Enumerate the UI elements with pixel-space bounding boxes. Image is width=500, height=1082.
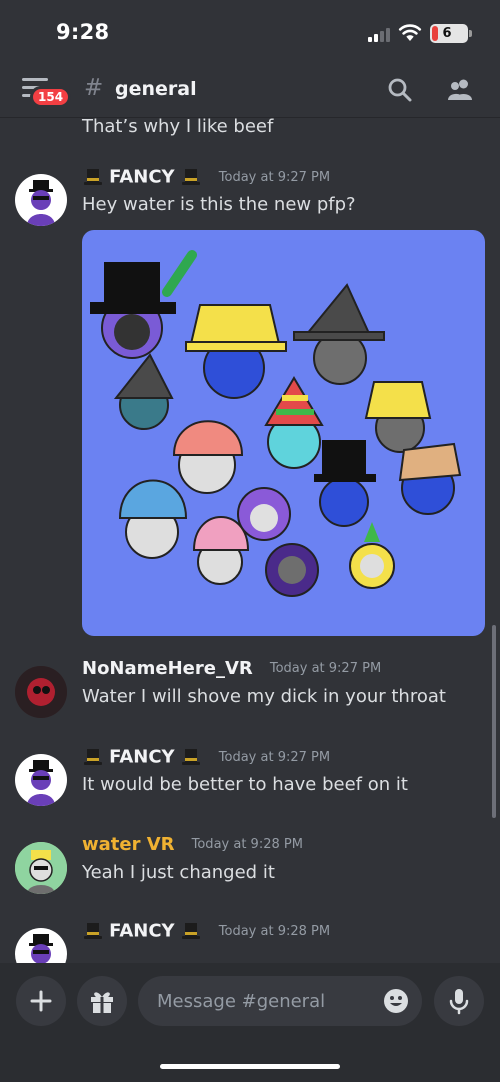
author-name[interactable]: NoNameHere_VR <box>82 658 253 679</box>
top-hat-icon <box>84 749 102 765</box>
timestamp: Today at 9:27 PM <box>218 749 331 765</box>
channel-header: 154 # general <box>0 66 500 118</box>
battery-percent: 6 <box>442 26 452 41</box>
author-name[interactable]: FANCY <box>109 747 174 768</box>
message-header: FANCY Today at 9:27 PM <box>82 166 330 192</box>
timestamp: Today at 9:27 PM <box>218 169 331 185</box>
top-hat-icon <box>84 169 102 185</box>
microphone-icon <box>449 989 469 1015</box>
message-text: Yeah I just changed it <box>82 862 275 883</box>
message-text: Hey water is this the new pfp? <box>82 194 356 215</box>
scrollbar-thumb[interactable] <box>492 625 496 818</box>
wifi-icon <box>398 24 422 41</box>
cellular-signal-icon <box>368 26 394 42</box>
message-header: water VR Today at 9:28 PM <box>82 834 303 860</box>
author-name[interactable]: FANCY <box>109 167 174 188</box>
status-time: 9:28 <box>56 20 110 44</box>
message-composer: Message #general <box>0 963 500 1082</box>
image-attachment[interactable] <box>82 230 485 636</box>
avatar[interactable] <box>15 842 67 894</box>
message-list[interactable]: That’s why I like beef FANCY Today at 9:… <box>0 118 500 963</box>
channel-name[interactable]: general <box>115 78 197 100</box>
message-header: NoNameHere_VR Today at 9:27 PM <box>82 658 381 684</box>
unread-badge: 154 <box>30 86 72 108</box>
gift-icon <box>91 992 113 1013</box>
character-drawing-image <box>90 250 462 597</box>
top-hat-icon <box>181 923 200 939</box>
home-indicator[interactable] <box>160 1064 340 1069</box>
status-bar: 9:28 6 <box>0 0 500 66</box>
search-icon[interactable] <box>386 76 414 104</box>
avatar[interactable] <box>15 174 67 226</box>
author-name[interactable]: FANCY <box>109 921 174 942</box>
author-name[interactable]: water VR <box>82 834 175 855</box>
members-icon[interactable] <box>446 76 474 104</box>
message-text: That’s why I like beef <box>82 118 274 137</box>
message-header: FANCY Today at 9:27 PM <box>82 746 330 772</box>
timestamp: Today at 9:28 PM <box>218 923 331 939</box>
top-hat-icon <box>181 169 200 185</box>
timestamp: Today at 9:28 PM <box>191 837 303 852</box>
voice-message-button[interactable] <box>434 976 484 1026</box>
add-attachment-button[interactable] <box>16 976 66 1026</box>
avatar[interactable] <box>15 928 67 963</box>
message-input-placeholder: Message #general <box>157 991 326 1012</box>
gift-button[interactable] <box>77 976 127 1026</box>
message-header: FANCY Today at 9:28 PM <box>82 920 330 946</box>
timestamp: Today at 9:27 PM <box>269 661 382 676</box>
hash-icon: # <box>84 75 104 101</box>
message-text: It would be better to have beef on it <box>82 774 408 795</box>
battery-indicator: 6 <box>430 24 472 43</box>
avatar[interactable] <box>15 754 67 806</box>
top-hat-icon <box>84 923 102 939</box>
message-text: Water I will shove my dick in your throa… <box>82 686 446 707</box>
avatar[interactable] <box>15 666 67 718</box>
top-hat-icon <box>181 749 200 765</box>
plus-icon <box>30 990 52 1012</box>
emoji-icon[interactable] <box>383 988 409 1014</box>
